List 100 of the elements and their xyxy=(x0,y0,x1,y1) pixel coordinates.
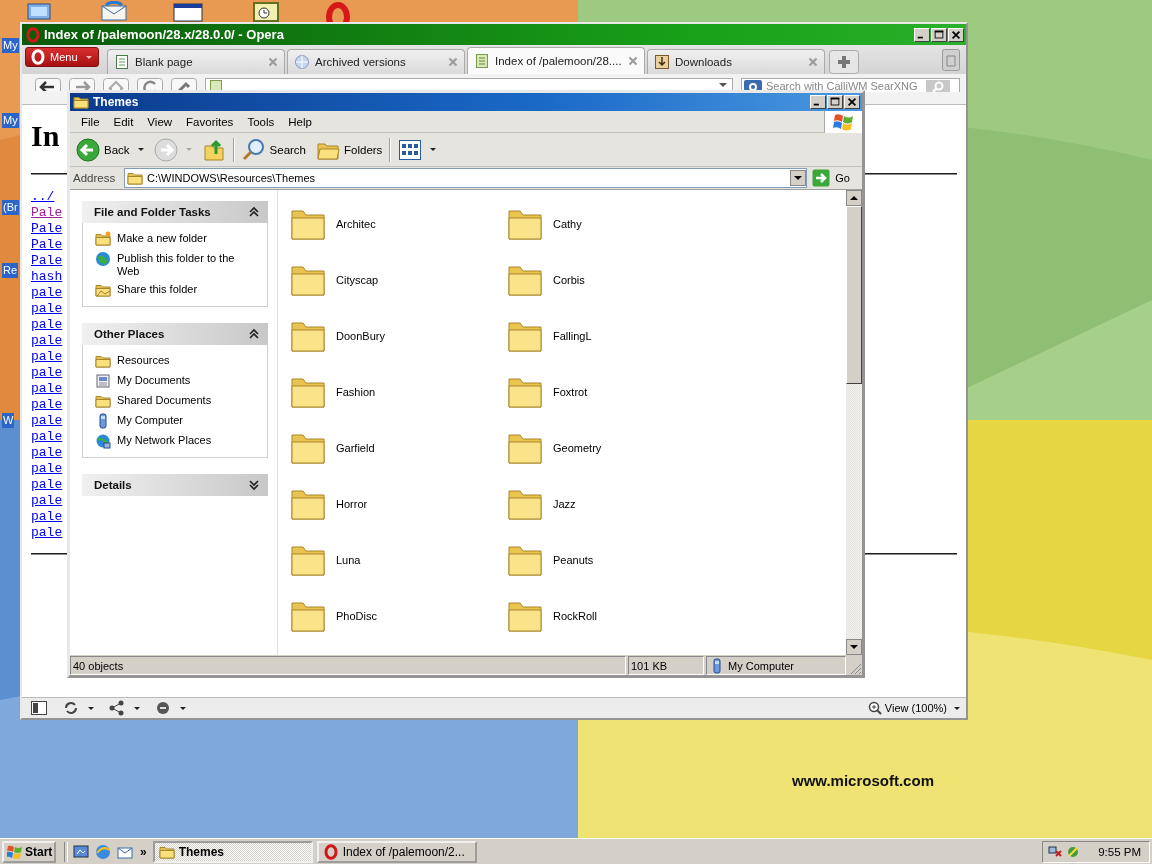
file-link[interactable]: pale xyxy=(31,333,63,349)
tab[interactable]: Downloads xyxy=(647,49,825,74)
file-link[interactable]: ../ xyxy=(31,189,55,205)
folder-name[interactable]: DoonBury xyxy=(336,330,385,342)
trash-button[interactable] xyxy=(942,48,960,71)
go-button[interactable]: Go xyxy=(810,169,852,187)
file-link[interactable]: Pale xyxy=(31,205,63,221)
file-link[interactable]: pale xyxy=(31,397,63,413)
icon-label[interactable]: Re xyxy=(2,263,19,278)
menu-item[interactable]: File xyxy=(74,115,107,128)
folder-name[interactable]: PhoDisc xyxy=(336,610,377,622)
file-link[interactable]: pale xyxy=(31,349,63,365)
icon-label[interactable]: (Br xyxy=(2,200,19,215)
file-link[interactable]: pale xyxy=(31,413,63,429)
file-link[interactable]: pale xyxy=(31,493,63,509)
forward-icon xyxy=(153,137,178,162)
maximize-button[interactable] xyxy=(827,95,843,109)
close-tab-button[interactable] xyxy=(628,56,638,66)
task-link[interactable]: Share this folder xyxy=(117,282,198,296)
maximize-button[interactable] xyxy=(931,27,947,42)
folder-name[interactable]: Corbis xyxy=(553,274,585,286)
file-link[interactable]: pale xyxy=(31,285,63,301)
file-link[interactable]: pale xyxy=(31,509,63,525)
folder-name[interactable]: Cathy xyxy=(553,218,582,230)
minimize-button[interactable] xyxy=(810,95,826,109)
task-link[interactable]: Shared Documents xyxy=(117,393,212,407)
folders-button[interactable]: Folders xyxy=(313,135,386,164)
folder-name[interactable]: Cityscap xyxy=(336,274,379,286)
icon-label[interactable]: W xyxy=(2,413,15,428)
task-link[interactable]: My Network Places xyxy=(117,433,212,447)
menu-button[interactable]: Menu xyxy=(25,47,99,67)
task-link[interactable]: Make a new folder xyxy=(117,231,207,245)
icon-label[interactable]: My xyxy=(2,38,19,53)
folder-name[interactable]: FallingL xyxy=(553,330,592,342)
task-link[interactable]: My Documents xyxy=(117,373,191,387)
folder-name[interactable]: Jazz xyxy=(553,498,576,510)
folder-name[interactable]: Geometry xyxy=(553,442,602,454)
folder-name[interactable]: Luna xyxy=(336,554,361,566)
search-field[interactable]: Search with CalliWM SearXNG xyxy=(741,78,960,92)
file-link[interactable]: pale xyxy=(31,301,63,317)
close-tab-button[interactable] xyxy=(448,57,458,67)
close-tab-button[interactable] xyxy=(808,57,818,67)
tab[interactable]: Index of /palemoon/28.... xyxy=(467,47,645,74)
tab[interactable]: Archived versions xyxy=(287,49,465,74)
menu-item[interactable]: Favorites xyxy=(179,115,241,128)
tab[interactable]: Blank page xyxy=(107,49,285,74)
icon-label[interactable]: My xyxy=(2,113,19,128)
minimize-button[interactable] xyxy=(914,27,930,42)
file-link[interactable]: pale xyxy=(31,381,63,397)
panel-header[interactable]: File and Folder Tasks xyxy=(82,201,268,223)
desktop-icon[interactable] xyxy=(72,842,90,861)
file-link[interactable]: Pale xyxy=(31,253,63,269)
panel-header[interactable]: Details xyxy=(82,474,268,496)
close-tab-button[interactable] xyxy=(268,57,278,67)
folder-name[interactable]: Horror xyxy=(336,498,368,510)
back-button[interactable] xyxy=(35,78,61,91)
file-link[interactable]: pale xyxy=(31,365,63,381)
file-link[interactable]: Pale xyxy=(31,237,63,253)
start-button[interactable]: Start xyxy=(2,840,56,863)
menu-item[interactable]: Edit xyxy=(106,115,141,128)
zoom-button[interactable]: View (100%) xyxy=(867,701,960,715)
task-link[interactable]: Publish this folder to the Web xyxy=(117,251,247,278)
back-button[interactable]: Back xyxy=(73,135,147,164)
panel-toggle-icon xyxy=(30,700,48,716)
folder-name[interactable]: Architec xyxy=(336,218,376,230)
menu-item[interactable]: Tools xyxy=(240,115,282,128)
close-button[interactable] xyxy=(948,27,964,42)
folder-name[interactable]: Fashion xyxy=(336,386,376,398)
close-button[interactable] xyxy=(844,95,860,109)
address-field[interactable]: C:\WINDOWS\Resources\Themes xyxy=(124,168,808,188)
file-link[interactable]: hash xyxy=(31,269,63,285)
file-link[interactable]: Pale xyxy=(31,221,63,237)
dropdown-button[interactable] xyxy=(790,170,807,186)
file-link[interactable]: pale xyxy=(31,445,63,461)
up-button[interactable] xyxy=(201,137,226,162)
menu-item[interactable]: View xyxy=(140,115,180,128)
chevron-button[interactable]: » xyxy=(138,844,149,859)
task-button[interactable]: Themes xyxy=(152,840,313,863)
file-link[interactable]: pale xyxy=(31,525,63,541)
scrollbar-thumb[interactable] xyxy=(846,206,862,384)
scroll-down-button[interactable] xyxy=(846,639,862,655)
folder-name[interactable]: RockRoll xyxy=(553,610,597,622)
menu-item[interactable]: Help xyxy=(281,115,319,128)
folder-name[interactable]: Foxtrot xyxy=(553,386,588,398)
search-button[interactable]: Search xyxy=(238,135,309,164)
task-button[interactable]: Index of /palemoon/2... xyxy=(316,840,477,863)
panel-header[interactable]: Other Places xyxy=(82,323,268,345)
browser-icon[interactable] xyxy=(94,842,112,861)
file-link[interactable]: pale xyxy=(31,477,63,493)
wallpaper-text: www.microsoft.com xyxy=(792,772,934,789)
new-tab-button[interactable] xyxy=(829,50,859,74)
file-link[interactable]: pale xyxy=(31,429,63,445)
globe-icon xyxy=(95,251,111,267)
scroll-up-button[interactable] xyxy=(846,190,862,206)
folder-name[interactable]: Garfield xyxy=(336,442,375,454)
file-link[interactable]: pale xyxy=(31,317,63,333)
task-link[interactable]: My Computer xyxy=(117,413,184,427)
folder-name[interactable]: Peanuts xyxy=(553,554,594,566)
task-link[interactable]: Resources xyxy=(117,353,170,367)
file-link[interactable]: pale xyxy=(31,461,63,477)
